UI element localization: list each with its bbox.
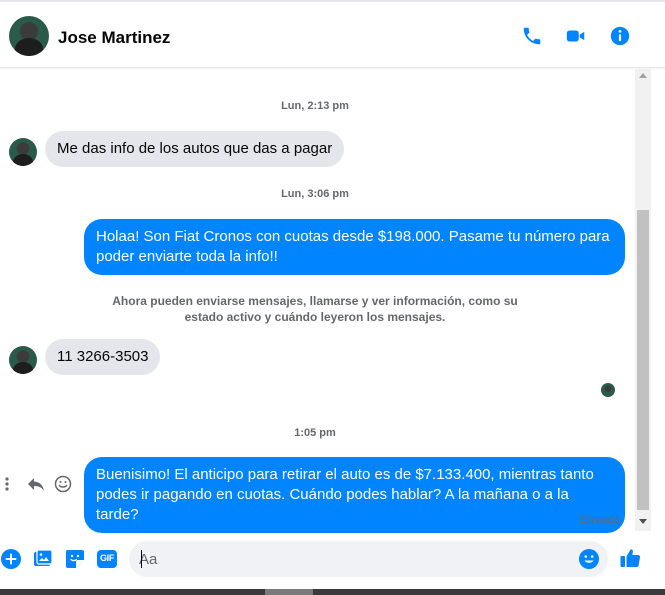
info-icon[interactable] bbox=[608, 24, 632, 48]
emoji-icon[interactable] bbox=[578, 548, 600, 570]
message-list[interactable]: Lun, 2:13 pm Me das info de los autos qu… bbox=[0, 69, 635, 533]
delivery-status: Enviado bbox=[580, 514, 620, 526]
scroll-thumb[interactable] bbox=[637, 210, 649, 510]
system-notice: Ahora pueden enviarse mensajes, llamarse… bbox=[112, 294, 518, 324]
photo-icon[interactable] bbox=[32, 548, 54, 570]
seen-avatar bbox=[601, 383, 615, 397]
incoming-message[interactable]: Me das info de los autos que das a pagar bbox=[45, 131, 345, 167]
message-actions bbox=[2, 473, 72, 495]
scroll-down-arrow-icon[interactable] bbox=[639, 519, 647, 524]
plus-icon[interactable] bbox=[0, 548, 22, 570]
outgoing-message[interactable]: Holaa! Son Fiat Cronos con cuotas desde … bbox=[84, 219, 625, 275]
gif-label: GIF bbox=[99, 553, 115, 563]
scroll-up-arrow-icon[interactable] bbox=[639, 73, 647, 78]
like-icon[interactable] bbox=[618, 546, 642, 570]
sticker-icon[interactable] bbox=[64, 548, 86, 570]
contact-name[interactable]: Jose Martinez bbox=[58, 28, 170, 48]
phone-icon[interactable] bbox=[520, 24, 544, 48]
reply-icon[interactable] bbox=[26, 475, 46, 493]
react-emoji-icon[interactable] bbox=[54, 475, 72, 493]
message-input-wrapper bbox=[129, 541, 608, 577]
more-options-icon[interactable] bbox=[2, 475, 12, 493]
message-input[interactable] bbox=[139, 549, 569, 569]
timestamp: 1:05 pm bbox=[294, 427, 336, 439]
timestamp: Lun, 3:06 pm bbox=[281, 188, 349, 200]
timestamp: Lun, 2:13 pm bbox=[281, 100, 349, 112]
horizontal-scrollbar[interactable] bbox=[0, 589, 665, 595]
sender-avatar[interactable] bbox=[9, 138, 37, 166]
outgoing-message[interactable]: Buenisimo! El anticipo para retirar el a… bbox=[84, 457, 625, 533]
horizontal-scroll-thumb[interactable] bbox=[265, 589, 313, 595]
contact-avatar[interactable] bbox=[9, 16, 49, 56]
gif-icon[interactable]: GIF bbox=[96, 548, 118, 570]
video-camera-icon[interactable] bbox=[564, 24, 588, 48]
chat-scrollbar[interactable] bbox=[635, 69, 651, 531]
text-caret bbox=[141, 550, 142, 568]
conversation-header: Jose Martinez bbox=[0, 2, 665, 68]
message-composer: GIF bbox=[0, 537, 665, 583]
sender-avatar[interactable] bbox=[9, 346, 37, 374]
incoming-message[interactable]: 11 3266-3503 bbox=[45, 339, 161, 375]
